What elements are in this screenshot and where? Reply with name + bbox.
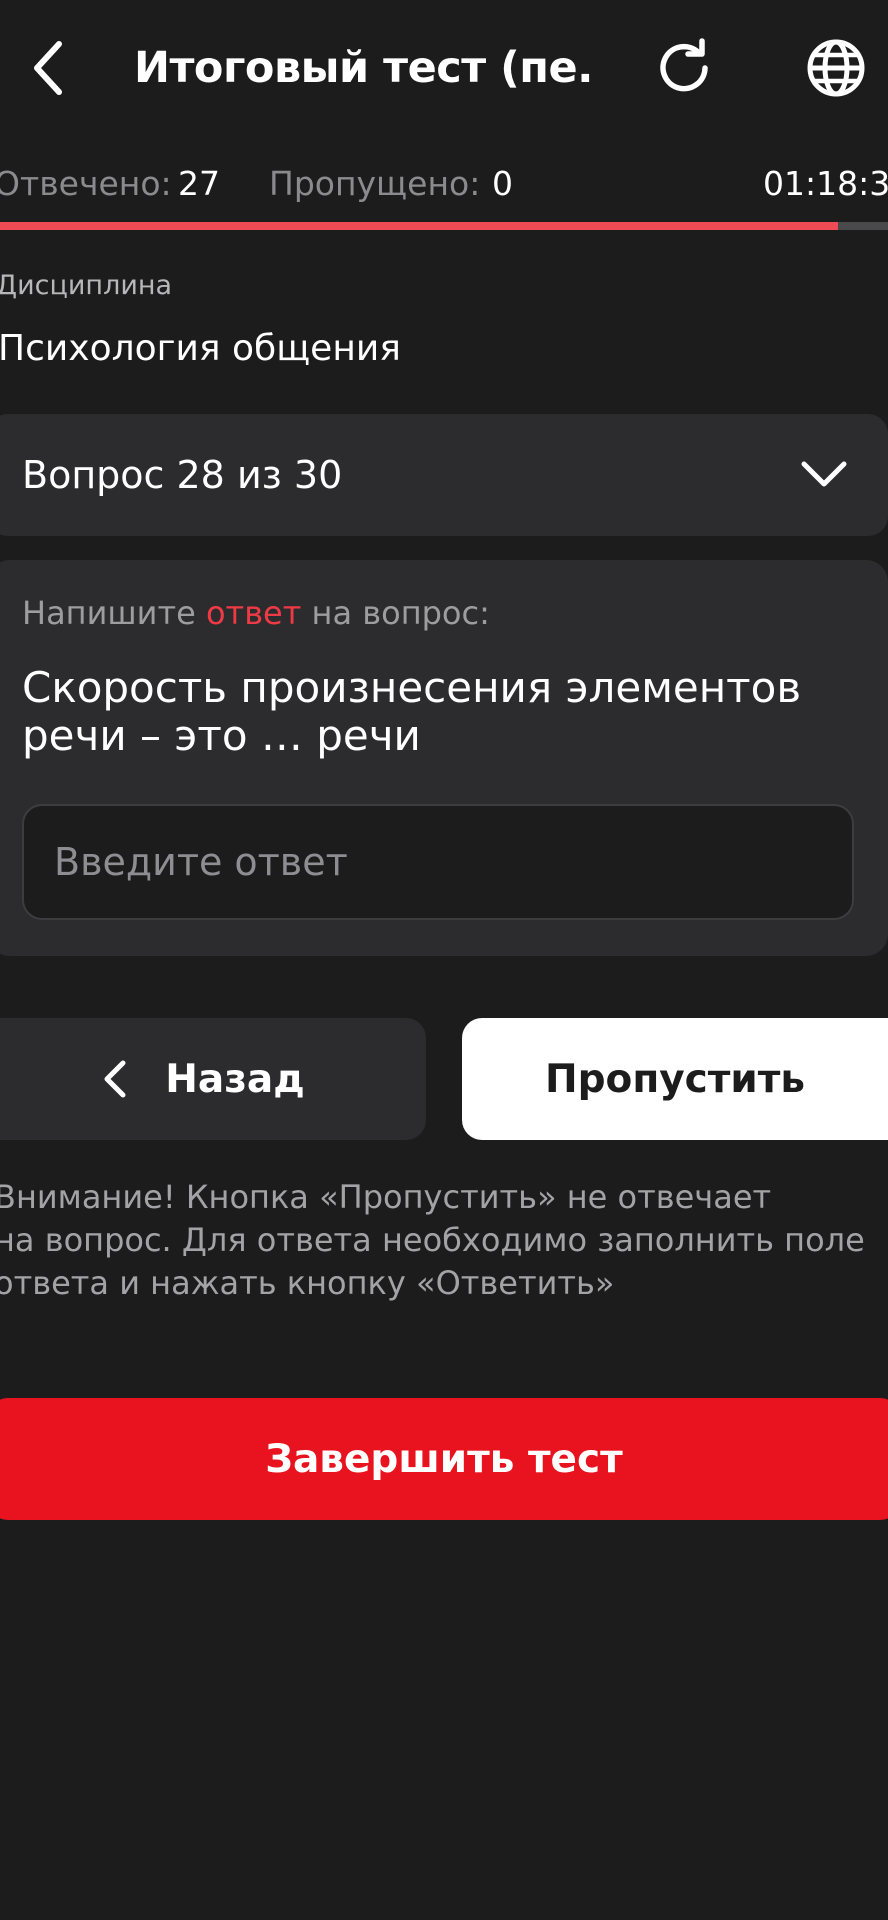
chevron-down-icon	[801, 461, 847, 487]
progress-fill	[0, 222, 839, 230]
question-selector[interactable]: Вопрос 28 из 30	[0, 414, 888, 536]
question-card: Напишите ответ на вопрос: Скорость произ…	[0, 560, 888, 956]
question-instruction: Напишите ответ на вопрос:	[22, 590, 490, 636]
instruction-accent: ответ	[205, 594, 302, 632]
test-stats: Отвечено: 27 Пропущено: 0 01:18:39	[0, 158, 888, 210]
skipped-label: Пропущено:	[269, 164, 481, 203]
finish-test-button[interactable]: Завершить тест	[0, 1398, 888, 1520]
warning-line-3: ответа и нажать кнопку «Ответить»	[0, 1264, 615, 1302]
warning-note: Внимание! Кнопка «Пропустить» не отвечае…	[0, 1176, 888, 1305]
discipline-value: Психология общения	[0, 328, 401, 369]
app-header: Итоговый тест (пе...	[0, 0, 888, 140]
skip-button[interactable]: Пропустить	[462, 1018, 888, 1140]
progress-bar	[0, 222, 888, 230]
answered-label: Отвечено:	[0, 164, 172, 203]
skip-button-label: Пропустить	[544, 1056, 806, 1102]
chevron-left-icon	[104, 1060, 126, 1098]
warning-line-1: Внимание! Кнопка «Пропустить» не отвечае…	[0, 1178, 772, 1216]
language-button[interactable]	[800, 34, 872, 102]
answered-count: 27	[178, 164, 220, 203]
back-button-label: Назад	[165, 1056, 305, 1102]
globe-icon	[807, 39, 865, 97]
back-button[interactable]	[22, 36, 74, 100]
timer: 01:18:39	[763, 164, 888, 203]
question-text: Скорость произнесения элементов речи – э…	[22, 663, 802, 760]
refresh-icon	[660, 38, 708, 92]
refresh-button[interactable]	[650, 34, 718, 102]
instruction-suffix: на вопрос:	[301, 594, 490, 632]
finish-test-label: Завершить тест	[265, 1436, 623, 1482]
page-title: Итоговый тест (пе...	[134, 43, 594, 93]
skipped-count: 0	[492, 164, 513, 203]
chevron-left-icon	[34, 41, 62, 95]
warning-line-2: на вопрос. Для ответа необходимо заполни…	[0, 1221, 865, 1259]
question-selector-label: Вопрос 28 из 30	[22, 453, 343, 497]
back-question-button[interactable]: Назад	[0, 1018, 426, 1140]
discipline-label: Дисциплина	[0, 270, 173, 301]
answer-input[interactable]	[22, 804, 854, 920]
instruction-prefix: Напишите	[22, 594, 206, 632]
